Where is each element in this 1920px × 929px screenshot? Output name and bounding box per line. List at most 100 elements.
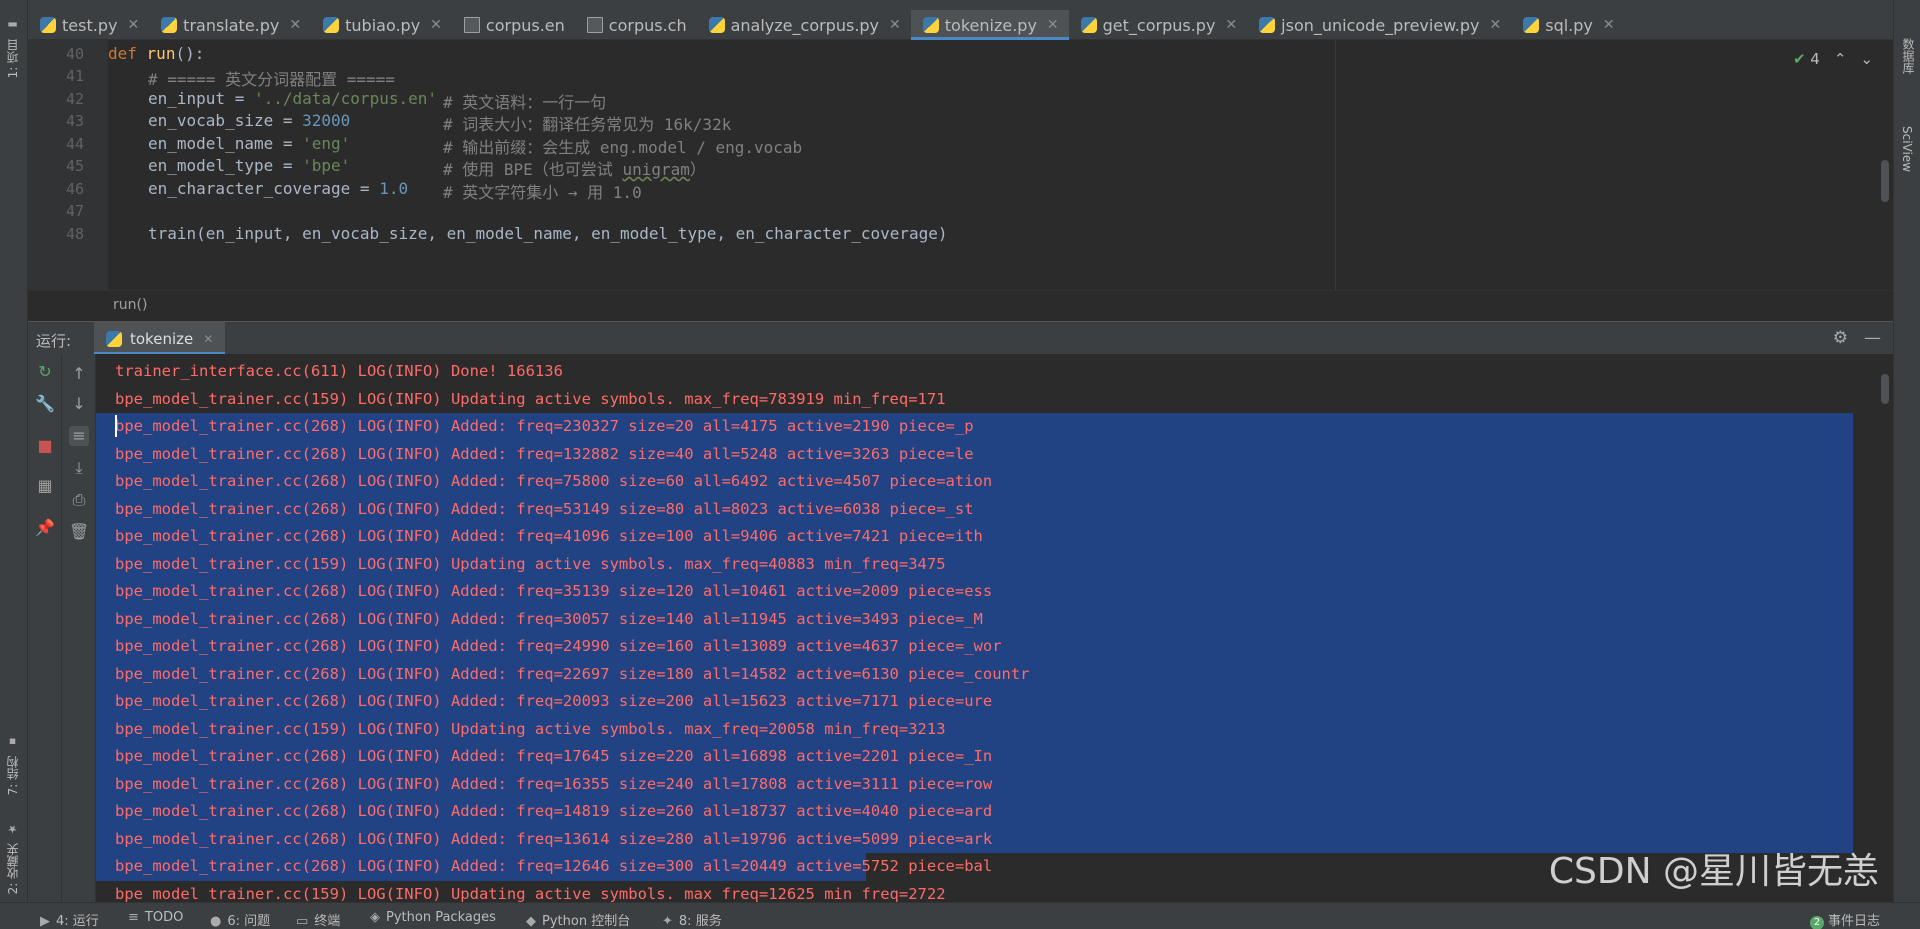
inspection-widget[interactable]: ✔ 4 ⌃ ⌄ [1793, 50, 1873, 68]
code-line-48: train(en_input, en_vocab_size, en_model_… [148, 224, 948, 243]
pin-icon[interactable]: 📌 [35, 518, 55, 538]
problems-tool-tab[interactable]: ● 6: 问题 [210, 910, 270, 929]
line-number: 41 [65, 67, 84, 85]
console-log-line: trainer_interface.cc(611) LOG(INFO) Done… [115, 362, 563, 380]
terminal-tool-tab[interactable]: ▭ 终端 [296, 910, 340, 929]
close-icon[interactable]: ✕ [127, 17, 139, 33]
code-comment: # 词表大小：翻译任务常见为 16k/32k [443, 115, 732, 134]
print-icon[interactable]: ⎙ [69, 490, 89, 510]
scroll-to-end-icon[interactable]: ⤓ [69, 458, 89, 478]
todo-tool-label: TODO [144, 910, 184, 925]
console-log-line: bpe_model_trainer.cc(159) LOG(INFO) Upda… [115, 389, 946, 408]
typo-warning[interactable]: unigram [622, 160, 689, 179]
number-literal: 32000 [302, 111, 351, 130]
close-icon[interactable]: ✕ [1047, 17, 1059, 33]
python-file-icon [708, 17, 725, 33]
console-log-line: bpe_model_trainer.cc(268) LOG(INFO) Adde… [96, 468, 1853, 496]
tab-corpus-ch[interactable]: corpus.ch [575, 10, 697, 40]
soft-wrap-icon[interactable]: ≡ [69, 426, 89, 446]
code-editor[interactable]: 40 41 42 43 44 45 46 47 48 def run(): # … [28, 40, 1893, 290]
layout-icon[interactable]: ▦ [35, 476, 55, 496]
run-toolbar-secondary: ↑ ↓ ≡ ⤓ ⎙ 🗑 [62, 354, 96, 902]
console-scrollbar[interactable] [1881, 374, 1889, 404]
arrow-up-icon[interactable]: ↑ [69, 364, 89, 384]
minimize-icon[interactable]: — [1864, 328, 1881, 348]
tab-tubiao-py[interactable]: tubiao.py ✕ [311, 10, 452, 40]
editor-scrollbar[interactable] [1881, 160, 1889, 202]
tab-translate-py[interactable]: translate.py ✕ [149, 10, 311, 40]
chevron-down-icon[interactable]: ⌄ [1860, 50, 1873, 68]
python-file-icon [1080, 17, 1097, 33]
run-header-actions: ⚙ — [1833, 328, 1881, 348]
trash-icon[interactable]: 🗑 [69, 522, 89, 542]
console-log-line: bpe_model_trainer.cc(268) LOG(INFO) Adde… [96, 770, 1853, 798]
chevron-up-icon[interactable]: ⌃ [1834, 50, 1847, 68]
python-packages-tool-tab[interactable]: ◈ Python Packages [370, 910, 496, 925]
tab-label: corpus.en [485, 15, 565, 35]
tab-get-corpus-py[interactable]: get_corpus.py ✕ [1069, 10, 1248, 40]
code-comment: # ===== 英文分词器配置 ===== [148, 70, 395, 89]
code-line-44: en_model_name = 'eng' [148, 134, 350, 153]
structure-tool-tab[interactable]: 7: 结构 ▪ [4, 735, 21, 795]
console-output[interactable]: trainer_interface.cc(611) LOG(INFO) Done… [96, 354, 1893, 902]
sciview-tool-tab[interactable]: SciView [1900, 126, 1914, 172]
code-comment: # 输出前缀：会生成 eng.model / eng.vocab [443, 138, 803, 157]
wrench-icon[interactable]: 🔧 [35, 394, 55, 414]
play-icon: ▶ [40, 914, 50, 929]
run-tool-tab[interactable]: ▶ 4: 运行 [40, 910, 99, 929]
line-number: 40 [65, 45, 84, 63]
list-icon: ≡ [128, 910, 139, 925]
close-icon[interactable]: ✕ [889, 17, 901, 33]
python-file-icon [161, 17, 178, 33]
tab-corpus-en[interactable]: corpus.en [452, 10, 575, 40]
arrow-down-icon[interactable]: ↓ [69, 394, 89, 414]
stop-icon[interactable]: ■ [35, 436, 55, 456]
code-line-45: en_model_type = 'bpe' [148, 156, 350, 175]
right-margin-guide [1335, 40, 1336, 290]
project-tool-tab[interactable]: 1: 项目 ▬ [4, 18, 21, 78]
favorites-tool-label: 2: 收藏夹 [6, 842, 20, 895]
code-text: en_input = [148, 89, 254, 108]
database-tool-label: 数据库 [1901, 38, 1915, 74]
line-number: 42 [65, 90, 84, 108]
database-tool-tab[interactable]: 数据库 [1900, 38, 1917, 74]
code-line-46: en_character_coverage = 1.0 [148, 179, 408, 198]
gear-icon[interactable]: ⚙ [1833, 328, 1848, 348]
rerun-icon[interactable]: ↻ [35, 362, 55, 382]
tab-label: json_unicode_preview.py [1281, 15, 1480, 35]
close-icon[interactable]: ✕ [430, 17, 442, 33]
problems-tool-label: 6: 问题 [227, 914, 271, 929]
close-icon[interactable]: ✕ [1225, 17, 1237, 33]
event-log-tool-tab[interactable]: 2 事件日志 [1810, 910, 1880, 929]
tab-test-py[interactable]: test.py ✕ [28, 10, 149, 40]
tab-json-unicode-preview-py[interactable]: json_unicode_preview.py ✕ [1247, 10, 1511, 40]
console-log-line: bpe_model_trainer.cc(268) LOG(INFO) Adde… [96, 523, 1853, 551]
run-tab-tokenize[interactable]: tokenize ✕ [94, 322, 226, 355]
close-icon[interactable]: ✕ [1603, 17, 1615, 33]
python-console-tool-tab[interactable]: ◆ Python 控制台 [526, 910, 630, 929]
tab-analyze-corpus-py[interactable]: analyze_corpus.py ✕ [697, 10, 911, 40]
comment-text: # 使用 BPE（也可尝试 [443, 160, 623, 179]
inspection-status[interactable]: ✔ 4 [1793, 50, 1820, 68]
close-icon[interactable]: ✕ [1490, 17, 1502, 33]
tab-sql-py[interactable]: sql.py ✕ [1511, 10, 1624, 40]
console-log-line: bpe_model_trainer.cc(268) LOG(INFO) Adde… [96, 853, 992, 881]
code-text: en_model_type = [148, 156, 303, 175]
run-panel-header: 运行: tokenize ✕ ⚙ — [28, 321, 1893, 355]
line-number: 45 [65, 157, 84, 175]
breadcrumb-item[interactable]: run() [113, 297, 147, 313]
console-log-line: bpe_model_trainer.cc(268) LOG(INFO) Adde… [96, 660, 1853, 688]
python-packages-tool-label: Python Packages [386, 910, 496, 925]
tab-tokenize-py[interactable]: tokenize.py ✕ [910, 10, 1069, 40]
terminal-icon: ▭ [296, 914, 309, 929]
services-tool-tab[interactable]: ✦ 8: 服务 [662, 910, 722, 929]
keyword-def: def [108, 44, 137, 63]
right-tool-strip: 数据库 SciView [1893, 0, 1920, 929]
todo-tool-tab[interactable]: ≡ TODO [128, 910, 183, 925]
favorites-tool-tab[interactable]: 2: 收藏夹 ★ [4, 822, 21, 894]
python-file-icon [40, 17, 56, 33]
package-icon: ◈ [370, 910, 380, 925]
tab-label: tokenize.py [944, 15, 1037, 35]
close-icon[interactable]: ✕ [203, 332, 213, 346]
close-icon[interactable]: ✕ [289, 17, 301, 33]
